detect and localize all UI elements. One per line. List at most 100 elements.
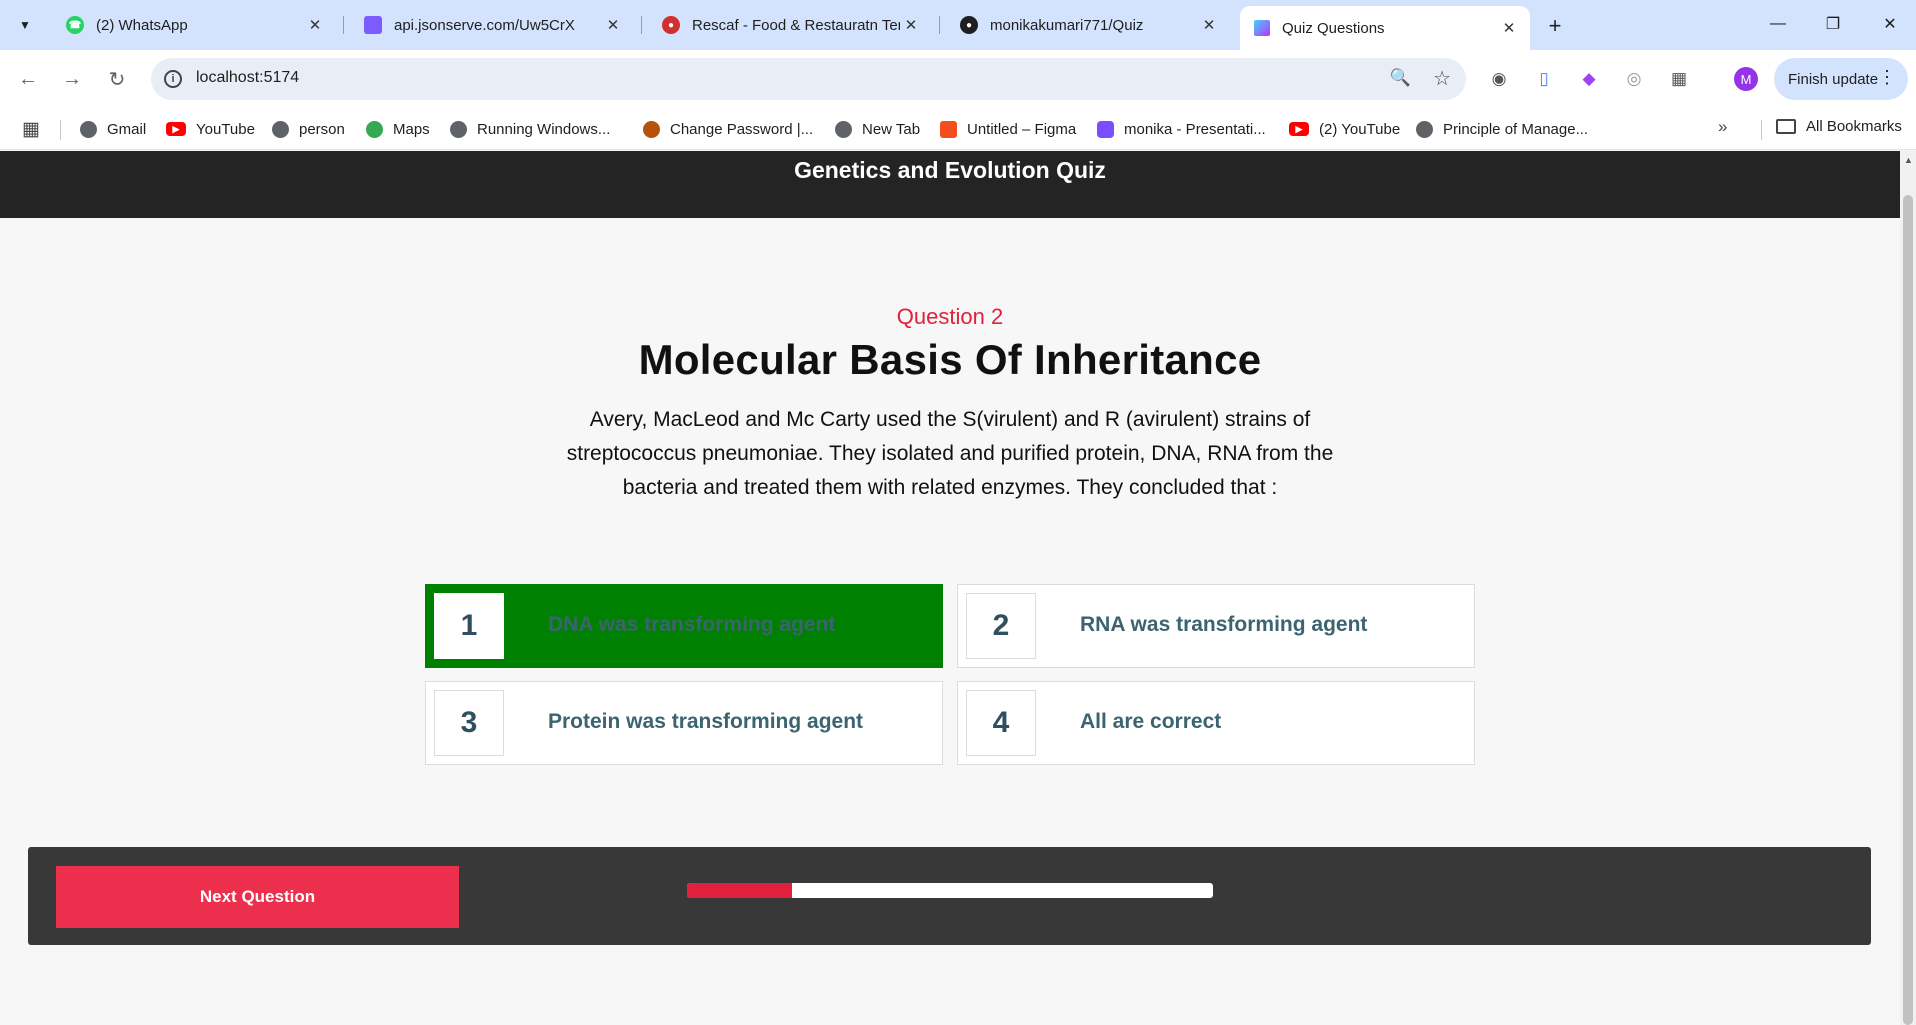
chevron-double-right-icon[interactable]: » [1718,117,1727,137]
bookmarks-bar: ▦ Gmail ▶ YouTube person Maps Running Wi… [0,108,1916,150]
finish-update-label: Finish update [1788,70,1879,88]
quiz-footer-bar: Next Question [28,847,1871,945]
close-icon[interactable]: ✕ [304,14,326,36]
bookmark-youtube[interactable]: ▶ YouTube [166,118,255,140]
youtube-icon: ▶ [1289,122,1309,136]
rescaf-icon: ● [662,16,680,34]
close-icon[interactable]: ✕ [1198,14,1220,36]
bookmark-figma[interactable]: Untitled – Figma [940,118,1076,140]
globe-icon [835,120,852,138]
bookmark-label: monika - Presentati... [1124,120,1266,138]
tab-rescaf[interactable]: ● Rescaf - Food & Restauratn Ten ✕ [648,6,932,44]
globe-icon [1416,120,1433,138]
more-vert-icon[interactable]: ⋮ [1878,67,1896,88]
figma-icon [940,120,957,138]
bookmark-separator [1761,120,1762,140]
folder-icon [1776,119,1796,134]
bookmark-label: Running Windows... [477,120,611,138]
gradient-extension-icon[interactable]: ◆ [1576,66,1602,92]
bookmark-maps[interactable]: Maps [366,118,430,140]
tab-title: Rescaf - Food & Restauratn Ten [692,16,900,34]
bookmark-label: Change Password |... [670,120,814,138]
tab-search-chevron-icon[interactable]: ▼ [10,10,40,40]
forward-arrow-icon[interactable]: → [56,63,88,95]
restore-icon[interactable]: ❐ [1813,8,1853,40]
close-icon[interactable]: ✕ [1498,17,1520,39]
back-arrow-icon[interactable]: ← [12,63,44,95]
new-tab-plus-icon[interactable]: + [1541,12,1569,40]
bookmark-label: (2) YouTube [1319,120,1401,138]
question-topic: Molecular Basis Of Inheritance [638,336,1262,383]
apps-grid-icon[interactable]: ▦ [22,118,40,141]
bookmark-principle-of-management[interactable]: Principle of Manage... [1416,118,1588,140]
address-bar[interactable]: i localhost:5174 🔍 ☆ [151,58,1466,100]
device-extension-icon[interactable]: ▯ [1531,66,1557,92]
presentation-icon [1097,120,1114,138]
bookmark-label: YouTube [196,120,255,138]
bookmark-presentation[interactable]: monika - Presentati... [1097,118,1266,140]
option-text: All are correct [1080,710,1222,733]
tab-separator [343,16,344,34]
browser-toolbar: ← → ↻ i localhost:5174 🔍 ☆ ◉ ▯ ◆ ◎ ▦ M F… [0,50,1916,108]
bookmark-star-icon[interactable]: ☆ [1433,66,1451,91]
quiz-progress-bar [687,883,1213,898]
globe-icon [450,120,467,138]
jsonserve-icon [364,16,382,34]
scrollbar-thumb[interactable] [1903,195,1913,1025]
tab-jsonserve[interactable]: api.jsonserve.com/Uw5CrX ✕ [350,6,634,44]
question-text: Avery, MacLeod and Mc Carty used the S(v… [566,408,1334,499]
option-1[interactable]: 1 DNA was transforming agent [425,584,943,668]
quiz-page: Genetics and Evolution Quiz Question 2 M… [0,151,1900,1025]
bookmark-label: New Tab [862,120,921,138]
bug-extension-icon[interactable]: ◉ [1486,66,1512,92]
finish-update-button[interactable]: Finish update ⋮ [1774,58,1908,100]
site-info-icon[interactable]: i [164,70,182,88]
reload-icon[interactable]: ↻ [101,63,133,95]
github-icon: ● [960,16,978,34]
option-number: 3 [434,690,504,756]
close-icon[interactable]: ✕ [602,14,624,36]
next-question-button[interactable]: Next Question [56,866,459,928]
window-close-icon[interactable]: ✕ [1870,8,1910,40]
vite-icon [1254,20,1270,36]
tab-separator [939,16,940,34]
option-text: Protein was transforming agent [548,710,864,733]
tab-strip: ▼ ☎ (2) WhatsApp ✕ api.jsonserve.com/Uw5… [0,0,1916,50]
bookmark-change-password[interactable]: Change Password |... [643,118,813,140]
maps-icon [366,120,383,138]
tab-separator [641,16,642,34]
scroll-up-arrow-icon[interactable]: ▲ [1904,155,1913,165]
bookmark-new-tab[interactable]: New Tab [835,118,920,140]
zoom-icon[interactable]: 🔍 [1390,68,1411,88]
whatsapp-icon: ☎ [66,16,84,34]
record-extension-icon[interactable]: ◎ [1621,66,1647,92]
bookmark-label: Maps [393,120,430,138]
bookmark-youtube-2[interactable]: ▶ (2) YouTube [1289,118,1400,140]
globe-icon [80,120,97,138]
globe-icon [272,120,289,138]
bookmark-running-windows[interactable]: Running Windows... [450,118,610,140]
all-bookmarks-label: All Bookmarks [1806,118,1902,135]
option-2[interactable]: 2 RNA was transforming agent [957,584,1475,668]
all-bookmarks-button[interactable]: All Bookmarks [1776,118,1902,135]
page-scrollbar[interactable]: ▲ [1900,151,1916,1025]
quiz-header: Genetics and Evolution Quiz [0,151,1900,218]
tab-whatsapp[interactable]: ☎ (2) WhatsApp ✕ [52,6,336,44]
youtube-icon: ▶ [166,122,186,136]
address-url[interactable]: localhost:5174 [196,69,299,87]
bookmark-gmail[interactable]: Gmail [80,118,146,140]
option-number: 1 [434,593,504,659]
progress-fill [687,883,793,898]
option-4[interactable]: 4 All are correct [957,681,1475,765]
bookmark-label: Gmail [107,120,147,138]
bookmark-label: Untitled – Figma [967,120,1077,138]
extensions-puzzle-icon[interactable]: ▦ [1666,66,1692,92]
profile-avatar[interactable]: M [1734,67,1758,91]
question-number: Question 2 [896,304,1004,329]
bookmark-person[interactable]: person [272,118,345,140]
tab-quiz-questions[interactable]: Quiz Questions ✕ [1240,6,1530,50]
minimize-icon[interactable]: — [1758,8,1798,40]
option-3[interactable]: 3 Protein was transforming agent [425,681,943,765]
tab-github[interactable]: ● monikakumari771/Quiz ✕ [946,6,1230,44]
close-icon[interactable]: ✕ [900,14,922,36]
